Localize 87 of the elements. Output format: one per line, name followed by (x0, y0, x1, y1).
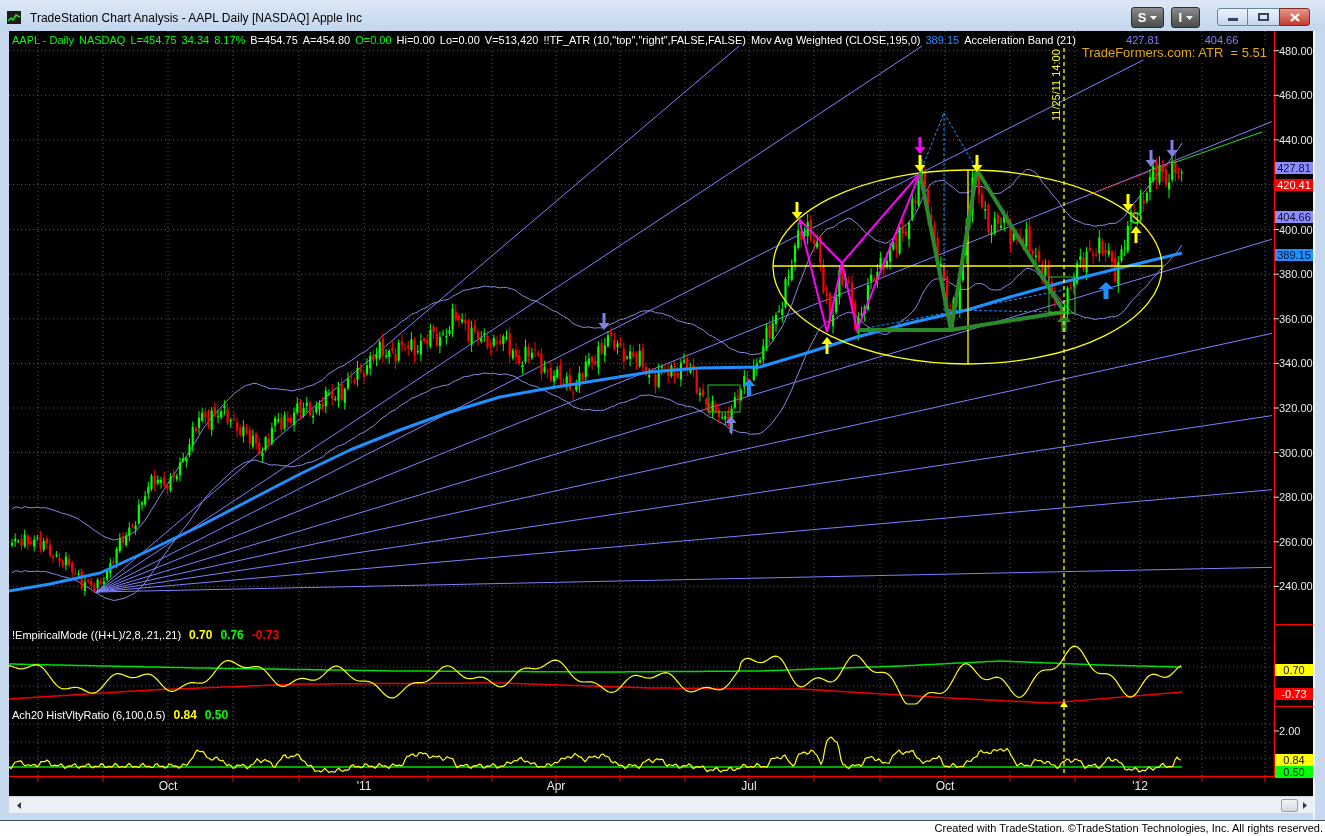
triangle-marker-icon (1060, 701, 1068, 707)
app-icon (7, 11, 21, 24)
price-axis-label: 340.00 (1279, 357, 1313, 370)
legend-text: 0.76 (220, 629, 244, 642)
legend-text: !!TF_ATR (10,"top","right",FALSE,FALSE) (543, 34, 746, 47)
down-arrow-icon (791, 202, 803, 219)
close-button[interactable] (1279, 8, 1310, 26)
scroll-thumb[interactable] (1281, 798, 1298, 812)
legend-text: 8.17% (214, 34, 246, 47)
legend-text: Ach20 HistVltyRatio (6,100,0.5) (12, 709, 166, 722)
up-arrow-icon (742, 379, 756, 396)
legend-text: 0.50 (204, 709, 229, 722)
legend-text: V=513,420 (484, 34, 539, 47)
indicator-value-marker: -0.73 (1275, 688, 1313, 700)
price-marker: 427.81 (1275, 161, 1313, 174)
maximize-icon (1258, 13, 1269, 21)
indicator-value-marker: 0.84 (1275, 753, 1313, 766)
down-arrow-icon (598, 313, 610, 330)
down-arrow-icon (971, 155, 983, 172)
legend-text: 404.66 (1204, 34, 1239, 47)
legend-text: B=454.75 (250, 34, 298, 47)
legend-text: 0.70 (189, 629, 213, 642)
price-axis-label: 380.00 (1279, 268, 1313, 281)
window-title: TradeStation Chart Analysis - AAPL Daily [NASDAQ] Apple Inc (30, 11, 362, 25)
caret-icon (1186, 15, 1193, 20)
copyright-text: Created with TradeStation. ©TradeStation Technologies, Inc. All rights reserved. (934, 822, 1323, 835)
price-axis-label: 480.00 (1279, 44, 1313, 57)
legend-text: 0.84 (173, 709, 197, 722)
price-marker: 389.15 (1275, 249, 1313, 261)
legend-text: AAPL - Daily (12, 34, 74, 47)
up-arrow-icon (821, 337, 833, 354)
down-arrow-icon (914, 137, 926, 154)
legend-text: Mov Avg Weighted (CLOSE,195,0) (750, 34, 921, 47)
left-arrow-icon (17, 801, 21, 809)
caret-icon (1150, 15, 1158, 20)
menu-button[interactable]: S (1130, 7, 1165, 28)
price-axis-label: 260.00 (1279, 535, 1313, 548)
rectangle-outline (707, 384, 741, 413)
legend-text: 389.15 (925, 34, 960, 47)
legend-text: !EmpiricalMode ((H+L)/2,8,.21,.21) (12, 629, 182, 642)
price-marker: 420.41 (1275, 178, 1313, 191)
legend-text: A=454.80 (302, 34, 351, 47)
legend-text: NASDAQ (78, 34, 126, 47)
menu-button[interactable]: I (1171, 7, 1200, 28)
price-axis-label: 460.00 (1279, 89, 1313, 102)
up-arrow-icon (1056, 315, 1072, 332)
price-axis-label: 320.00 (1279, 402, 1313, 414)
legend-text: -0.73 (251, 629, 280, 642)
legend-text: O=0.00 (355, 34, 392, 47)
up-arrow-icon (725, 416, 737, 433)
minimize-icon (1227, 18, 1238, 21)
time-axis-label: Oct (935, 779, 955, 793)
time-axis-label: '12 (1132, 779, 1148, 793)
maximize-button[interactable] (1248, 8, 1279, 26)
right-arrow-icon (1303, 801, 1307, 809)
date-time-label: 11/25/11 14:00 (1050, 49, 1062, 121)
up-arrow-icon (1098, 282, 1114, 299)
time-axis-label: Apr (546, 779, 566, 793)
price-axis-label: 440.00 (1279, 133, 1313, 146)
time-axis-label: '11 (356, 779, 372, 793)
down-arrow-icon (914, 155, 926, 172)
legend-text: Hi=0.00 (396, 34, 435, 47)
up-arrow-icon (1130, 226, 1142, 243)
time-axis-label: Jul (741, 779, 757, 793)
price-axis-label: 280.00 (1279, 491, 1313, 504)
indicator-axis-label: 2.00 (1279, 725, 1302, 737)
down-arrow-icon (1166, 140, 1178, 157)
legend-text: Acceleration Band (21) (964, 34, 1077, 47)
legend-text: Lo=0.00 (439, 34, 480, 47)
legend-text: 34.34 (181, 34, 210, 47)
time-axis-label: Oct (158, 779, 178, 793)
price-axis-label: 240.00 (1279, 580, 1313, 593)
rectangle-outline (1048, 276, 1076, 314)
price-axis-label: 400.00 (1279, 223, 1313, 236)
indicator-value-marker: 0.70 (1275, 663, 1313, 676)
scrollbar[interactable] (9, 796, 1313, 813)
price-marker: 404.66 (1275, 211, 1313, 223)
atr-label: TradeFormers.com: ATR = 5.51 (1080, 45, 1268, 60)
price-axis-label: 360.00 (1279, 312, 1313, 325)
minimize-button[interactable] (1217, 8, 1248, 26)
legend-text: L=454.75 (130, 34, 177, 47)
price-axis-label: 300.00 (1279, 446, 1313, 459)
close-icon (1289, 12, 1300, 22)
circle-marker-icon (1130, 212, 1142, 224)
down-arrow-icon (1145, 150, 1157, 167)
down-arrow-icon (1122, 194, 1134, 211)
legend-text: 427.81 (1126, 34, 1160, 47)
